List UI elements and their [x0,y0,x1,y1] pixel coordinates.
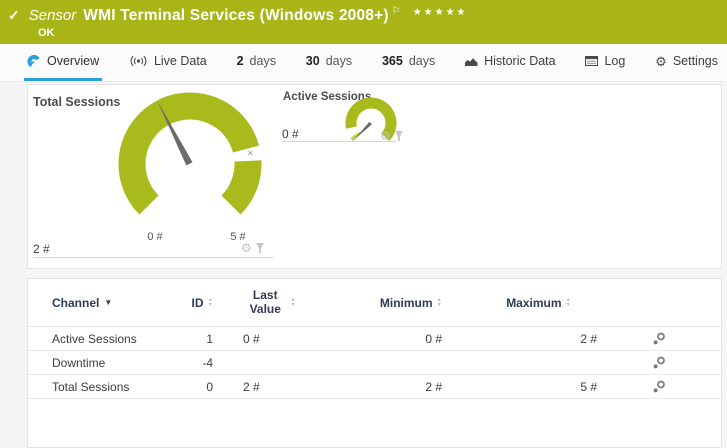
total-gauge-min-label: 0 # [147,231,163,243]
total-sessions-gauge [118,92,262,215]
channel-last-value: 0 # [243,331,260,346]
column-header-channel[interactable]: Channel ▼ [52,296,157,310]
sort-caret-down-icon: ▼ [104,298,113,307]
area-chart-icon [465,57,478,66]
channel-last-value: 2 # [243,379,260,394]
total-sessions-value: 2 # [33,242,50,256]
channel-id: -4 [202,355,213,370]
sensor-status-badge: OK [38,27,55,39]
channel-name[interactable]: Downtime [52,356,157,370]
channel-id: 1 [206,331,213,346]
channel-minimum: 2 # [425,379,442,394]
tab-live-data-label: Live Data [153,54,207,68]
channels-table-panel: Channel ▼ ID ▲ ▼ Last Value ▲ ▼ Minimum ▲ ▼ [27,278,722,448]
status-ok-check-icon: ✓ [8,7,20,23]
tab-365-days-label: days [408,54,436,68]
tab-365-days[interactable]: 365 days [379,44,438,81]
sensor-header-bar: ✓ Sensor WMI Terminal Services (Windows … [0,0,727,44]
sort-icon: ▲ ▼ [290,297,296,308]
active-sessions-value: 0 # [282,127,299,141]
column-header-id[interactable]: ID ▲ ▼ [157,296,213,310]
channel-maximum: 5 # [580,379,597,394]
log-list-icon [585,56,599,66]
channel-settings-icon[interactable] [652,332,666,346]
tab-historic-data[interactable]: Historic Data [462,44,559,81]
table-header-row: Channel ▼ ID ▲ ▼ Last Value ▲ ▼ Minimum ▲ ▼ [28,279,721,327]
divider [33,257,273,258]
tab-log-label: Log [604,54,626,68]
channel-id: 0 [206,379,213,394]
tab-overview[interactable]: Overview [24,44,103,81]
channel-gear-icon[interactable]: ⚙ [241,242,252,254]
total-sessions-gauge-title: Total Sessions [33,95,121,109]
gear-icon: ⚙ [655,53,667,69]
tab-settings-label: Settings [672,54,718,68]
tab-30-days-number: 30 [305,54,320,68]
tab-bar: Overview Live Data 2 days 30 days 365 da… [0,44,727,82]
tab-live-data[interactable]: Live Data [126,44,210,81]
gauge-pin-marker-icon: ✕ [247,149,254,158]
gauge-icon [27,55,40,68]
tab-2-days-number: 2 [236,54,244,68]
channel-name[interactable]: Total Sessions [52,380,157,394]
gauges-panel: Total Sessions ✕ 0 # 5 # 2 # ⚙ Active Se… [27,84,722,269]
channel-settings-icon[interactable] [652,380,666,394]
sort-icon: ▲ ▼ [565,297,571,308]
channel-minimum: 0 # [425,331,442,346]
tab-30-days-label: days [325,54,353,68]
tab-settings[interactable]: ⚙ Settings [652,44,721,81]
sensor-title: WMI Terminal Services (Windows 2008+) [83,7,389,24]
channel-maximum: 2 # [580,331,597,346]
sensor-kind-label: Sensor [28,7,77,24]
divider [283,141,397,142]
overview-content: Total Sessions ✕ 0 # 5 # 2 # ⚙ Active Se… [0,82,727,448]
tab-log[interactable]: Log [582,44,628,81]
column-header-last-value[interactable]: Last Value ▲ ▼ [213,288,299,317]
column-header-minimum[interactable]: Minimum ▲ ▼ [299,296,442,310]
tab-30-days[interactable]: 30 days [303,44,355,81]
tab-2-days[interactable]: 2 days [234,44,279,81]
table-row[interactable]: Total Sessions 0 2 # 2 # 5 # [28,375,721,399]
tab-365-days-number: 365 [381,54,403,68]
broadcast-icon [130,55,147,67]
tab-overview-label: Overview [47,54,100,68]
pin-icon[interactable] [256,242,264,254]
tab-2-days-label: days [249,54,276,68]
table-row[interactable]: Downtime -4 [28,351,721,375]
pin-icon[interactable] [395,130,403,142]
channel-settings-icon[interactable] [652,356,666,370]
table-row[interactable]: Active Sessions 1 0 # 0 # 2 # [28,327,721,351]
priority-stars[interactable]: ★★★★★ [413,7,468,18]
channel-name[interactable]: Active Sessions [52,332,157,346]
column-header-maximum[interactable]: Maximum ▲ ▼ [442,296,597,310]
tab-historic-data-label: Historic Data [484,54,556,68]
flag-icon[interactable]: ⚐ [392,6,401,17]
